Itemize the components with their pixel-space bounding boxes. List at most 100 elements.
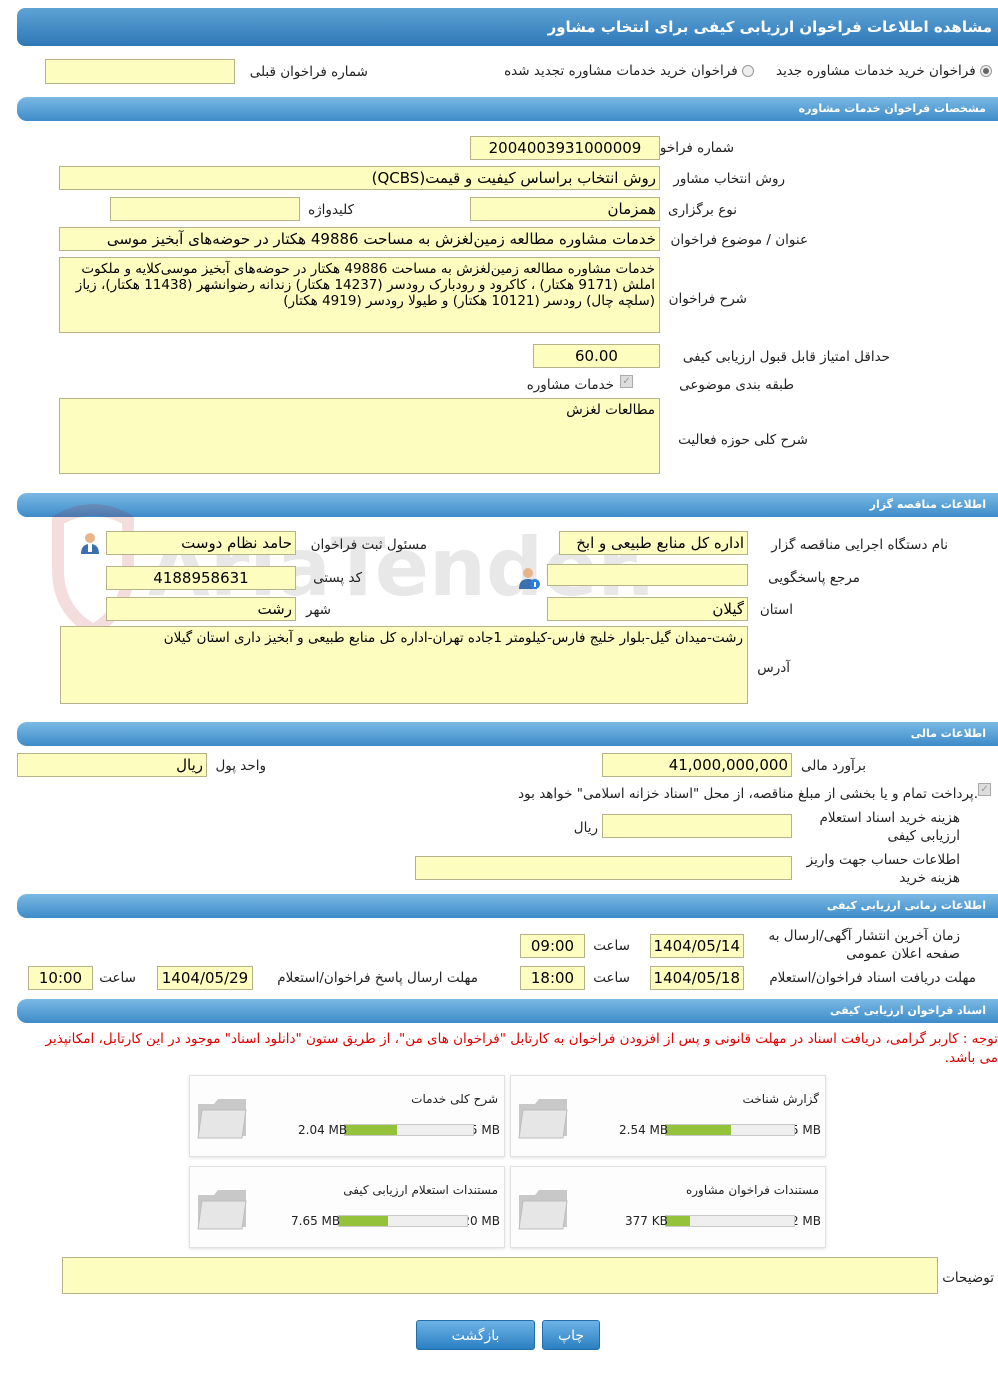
registrar-field: حامد نظام دوست: [106, 531, 296, 555]
radio-button-icon[interactable]: [980, 65, 992, 77]
publish-time-label: زمان آخرین انتشار آگهی/ارسال به صفحه اعل…: [768, 928, 960, 962]
reply-hour-label: ساعت: [99, 970, 136, 986]
remarks-label: توضیحات: [942, 1270, 994, 1286]
document-size: 377 KB: [625, 1214, 668, 1228]
section-consulting-header: مشخصات فراخوان خدمات مشاوره: [17, 97, 998, 121]
document-size: 7.65 MB: [291, 1214, 341, 1228]
size-bar-fill: [339, 1216, 389, 1226]
radio-renewed-consulting[interactable]: فراخوان خرید خدمات مشاوره تجدید شده: [504, 63, 754, 79]
holding-type-label: نوع برگزاری: [668, 202, 737, 218]
province-label: استان: [759, 602, 793, 618]
publish-date-field: 1404/05/14: [650, 934, 744, 958]
address-field: رشت-میدان گیل-بلوار خلیج فارس-کیلومتر 1ج…: [60, 626, 748, 704]
estimate-label: برآورد مالی: [800, 758, 866, 774]
keyword-field: [110, 197, 300, 221]
section-timing-header: اطلاعات زمانی ارزیابی کیفی: [17, 894, 998, 918]
category-option: خدمات مشاوره: [527, 377, 614, 393]
doc-cost-field: [602, 814, 792, 838]
document-size: 2.54 MB: [619, 1123, 669, 1137]
remarks-field: [62, 1257, 938, 1294]
radio-renewed-label: فراخوان خرید خدمات مشاوره تجدید شده: [504, 63, 738, 79]
estimate-field: 41,000,000,000: [602, 753, 792, 777]
address-label: آدرس: [757, 660, 790, 676]
size-bar-fill: [345, 1125, 398, 1135]
print-button[interactable]: چاپ: [542, 1320, 600, 1350]
user-info-icon[interactable]: [518, 566, 540, 590]
radio-button-icon[interactable]: [742, 65, 754, 77]
currency-field: ریال: [17, 753, 207, 777]
download-note: توجه : کاربر گرامی، دریافت اسناد در مهلت…: [45, 1031, 998, 1066]
category-option-label: خدمات مشاوره: [526, 377, 614, 393]
document-max-size: 5 MB: [790, 1123, 821, 1137]
document-size-bar: [665, 1215, 795, 1227]
document-card[interactable]: مستندات استعلام ارزیابی کیفی 20 MB 7.65 …: [189, 1166, 505, 1248]
user-icon[interactable]: [79, 531, 101, 555]
section-documents-header: اسناد فراخوان ارزیابی کیفی: [17, 999, 998, 1023]
account-field: [415, 856, 792, 880]
subject-field: خدمات مشاوره مطالعه زمین‌لغزش به مساحت 4…: [59, 227, 660, 251]
size-bar-fill: [666, 1216, 690, 1226]
publish-hour-field: 09:00: [520, 934, 585, 958]
city-label: شهر: [306, 602, 331, 618]
radio-new-consulting[interactable]: فراخوان خرید خدمات مشاوره جدید: [776, 63, 992, 79]
document-max-size: 5 MB: [469, 1123, 500, 1137]
call-number-field: 2004003931000009: [470, 136, 660, 160]
selection-method-field: روش انتخاب براساس کیفیت و قیمت(QCBS): [59, 166, 660, 190]
section-financial-header: اطلاعات مالی: [17, 722, 998, 746]
subject-label: عنوان / موضوع فراخوان: [670, 232, 808, 248]
document-title: مستندات فراخوان مشاوره: [685, 1183, 819, 1197]
postal-code-field: 4188958631: [106, 566, 296, 590]
receive-hour-field: 18:00: [520, 966, 585, 990]
checkbox-icon: ✓: [620, 375, 633, 388]
org-label: نام دستگاه اجرایی مناقصه گزار: [771, 537, 948, 553]
document-title: مستندات استعلام ارزیابی کیفی: [343, 1183, 498, 1197]
receive-deadline-label: مهلت دریافت اسناد فراخوان/استعلام: [769, 970, 976, 986]
prev-number-label: شماره فراخوان قبلی: [249, 64, 368, 80]
document-size-bar: [665, 1124, 795, 1136]
currency-label: واحد پول: [215, 758, 266, 774]
reference-field: [547, 564, 748, 586]
publish-hour-label: ساعت: [593, 938, 630, 954]
description-field: خدمات مشاوره مطالعه زمین‌لغزش به مساحت 4…: [59, 257, 660, 333]
checkbox-icon: ✓: [978, 783, 991, 796]
radio-new-label: فراخوان خرید خدمات مشاوره جدید: [776, 63, 976, 79]
folder-icon[interactable]: [517, 1094, 569, 1140]
min-score-field: 60.00: [533, 344, 660, 368]
document-card[interactable]: مستندات فراخوان مشاوره 2 MB 377 KB: [510, 1166, 826, 1248]
prev-number-field: [45, 59, 235, 84]
org-field: اداره کل منابع طبیعی و ابخ: [559, 531, 748, 555]
reference-label: مرجع پاسخگویی: [768, 570, 860, 586]
reply-date-field: 1404/05/29: [157, 966, 253, 990]
min-score-label: حداقل امتیاز قابل قبول ارزیابی کیفی: [682, 349, 890, 365]
reply-hour-field: 10:00: [28, 966, 93, 990]
size-bar-fill: [666, 1125, 732, 1135]
postal-code-label: کد پستی: [313, 570, 362, 586]
selection-method-label: روش انتخاب مشاور: [673, 171, 785, 187]
receive-hour-label: ساعت: [593, 970, 630, 986]
doc-cost-unit: ریال: [573, 820, 598, 836]
document-title: گزارش شناخت: [742, 1092, 819, 1106]
document-card[interactable]: گزارش شناخت 5 MB 2.54 MB: [510, 1075, 826, 1157]
keyword-label: کلیدواژه: [308, 202, 354, 218]
document-max-size: 2 MB: [790, 1214, 821, 1228]
city-field: رشت: [106, 597, 296, 621]
document-size-bar: [344, 1124, 474, 1136]
back-button[interactable]: بازگشت: [416, 1320, 535, 1350]
doc-cost-label: هزینه خرید اسناد استعلام ارزیابی کیفی: [819, 810, 960, 844]
holding-type-field: همزمان: [470, 197, 660, 221]
scope-field: مطالعات لغزش: [59, 398, 660, 474]
document-size: 2.04 MB: [298, 1123, 348, 1137]
scope-label: شرح کلی حوزه فعالیت: [678, 432, 808, 448]
description-label: شرح فراخوان: [668, 291, 747, 307]
folder-icon[interactable]: [517, 1185, 569, 1231]
account-label: اطلاعات حساب جهت واریز هزینه خرید: [806, 852, 960, 886]
document-size-bar: [338, 1215, 468, 1227]
reply-deadline-label: مهلت ارسال پاسخ فراخوان/استعلام: [277, 970, 478, 986]
receive-date-field: 1404/05/18: [650, 966, 744, 990]
document-card[interactable]: شرح کلی خدمات 5 MB 2.04 MB: [189, 1075, 505, 1157]
category-label: طبقه بندی موضوعی: [679, 377, 794, 393]
folder-icon[interactable]: [196, 1185, 248, 1231]
registrar-label: مسئول ثبت فراخوان: [310, 537, 427, 553]
page-title: مشاهده اطلاعات فراخوان ارزیابی کیفی برای…: [17, 8, 998, 46]
folder-icon[interactable]: [196, 1094, 248, 1140]
